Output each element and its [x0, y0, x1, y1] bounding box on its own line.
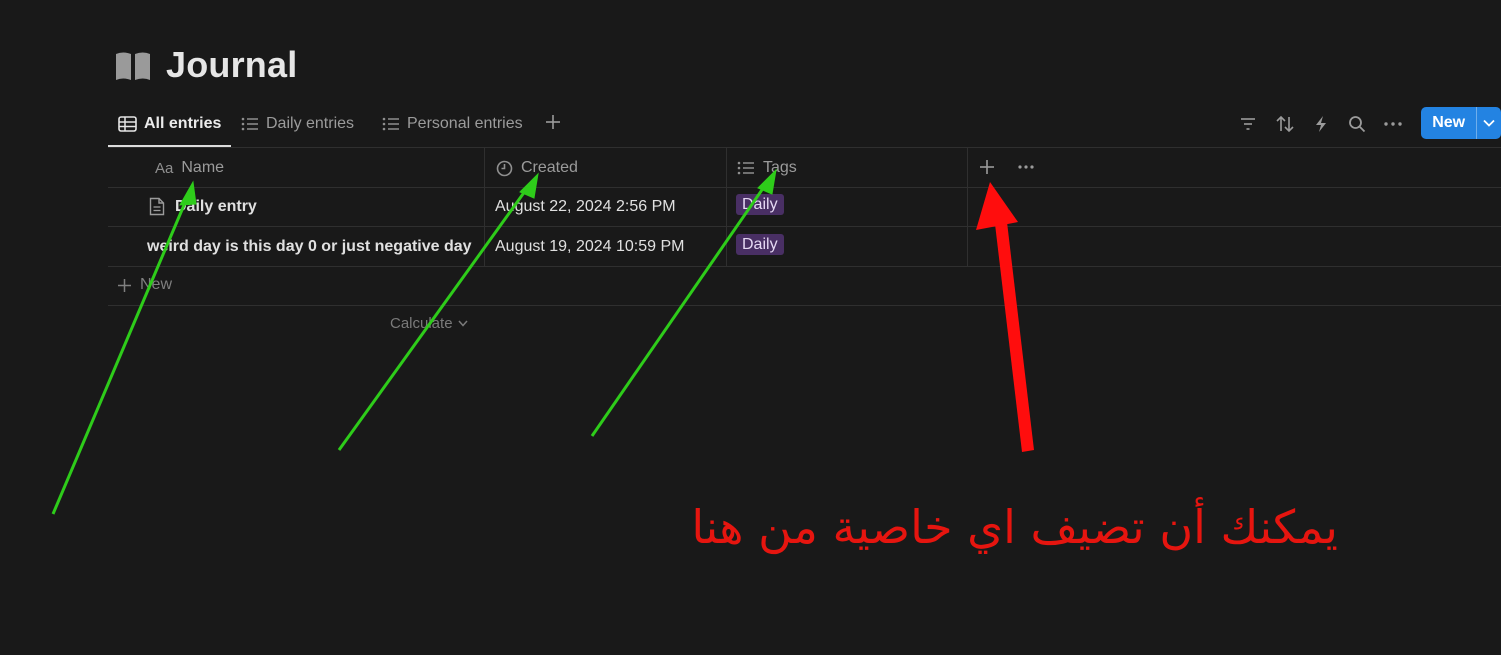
annotation-text: يمكنك أن تضيف اي خاصية من هنا: [691, 500, 1338, 554]
green-arrow-created: [337, 172, 539, 451]
annotation-arrows: [51, 168, 1034, 515]
red-arrow-add-property: [976, 182, 1034, 452]
green-arrow-tags: [590, 168, 777, 437]
green-arrow-name: [51, 180, 197, 515]
